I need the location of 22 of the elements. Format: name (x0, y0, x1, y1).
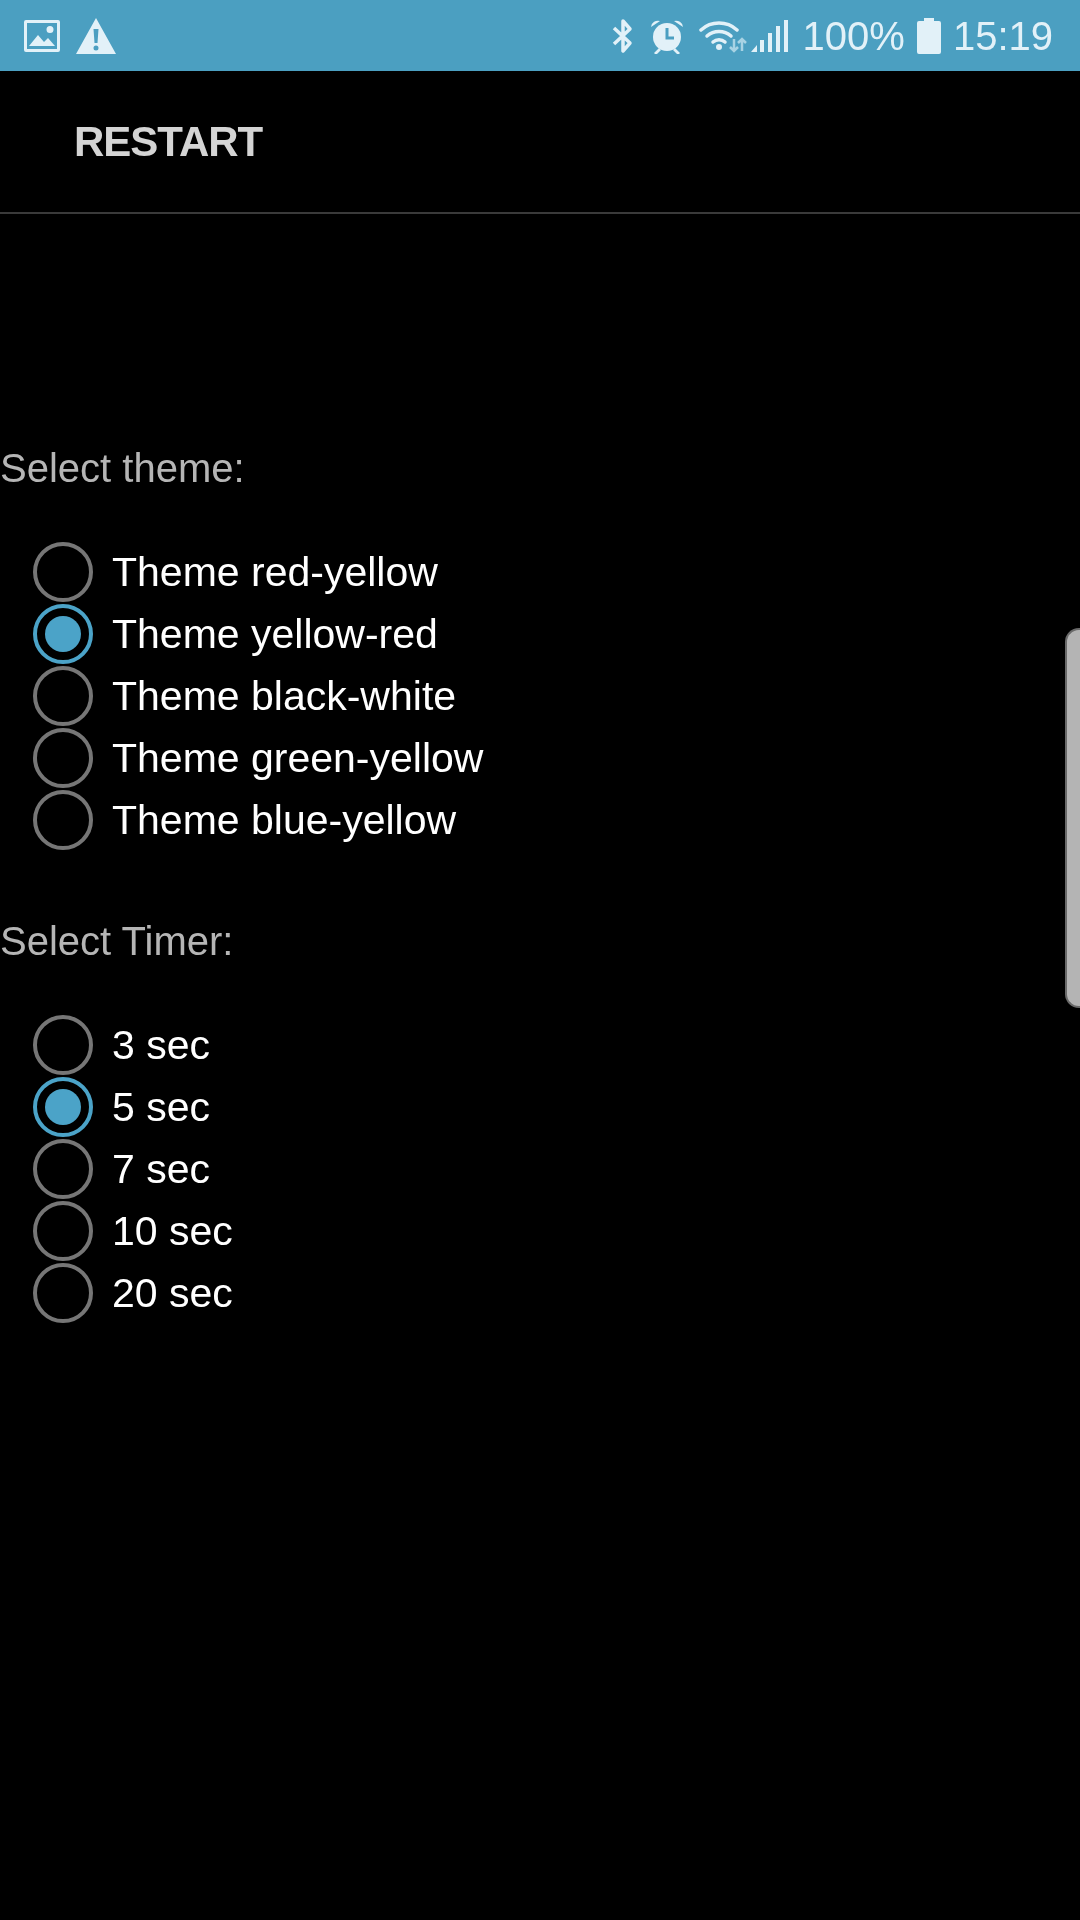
bluetooth-icon (610, 17, 635, 54)
radio-option[interactable]: Theme black-white (33, 665, 457, 727)
radio-option[interactable]: Theme yellow-red (33, 603, 438, 665)
radio-option[interactable]: Theme red-yellow (33, 541, 438, 603)
restart-button[interactable]: RESTART (74, 116, 263, 167)
radio-option[interactable]: 20 sec (33, 1262, 233, 1324)
section-label: Select theme: (0, 445, 245, 492)
radio-option[interactable]: 5 sec (33, 1076, 210, 1138)
scrollbar-thumb[interactable] (1065, 628, 1080, 1008)
battery-icon (916, 17, 941, 54)
radio-option[interactable]: Theme blue-yellow (33, 789, 457, 851)
radio-option[interactable]: 3 sec (33, 1014, 210, 1076)
radio-option[interactable]: 10 sec (33, 1200, 233, 1262)
image-icon (24, 19, 60, 52)
battery-percentage: 100% (802, 12, 905, 59)
radio-option[interactable]: Theme green-yellow (33, 727, 484, 789)
warning-icon (76, 17, 116, 54)
wifi-icon (698, 18, 747, 53)
clock-time: 15:19 (952, 12, 1053, 59)
section-label: Select Timer: (0, 918, 234, 965)
signal-icon (750, 19, 789, 52)
radio-option[interactable]: 7 sec (33, 1138, 210, 1200)
